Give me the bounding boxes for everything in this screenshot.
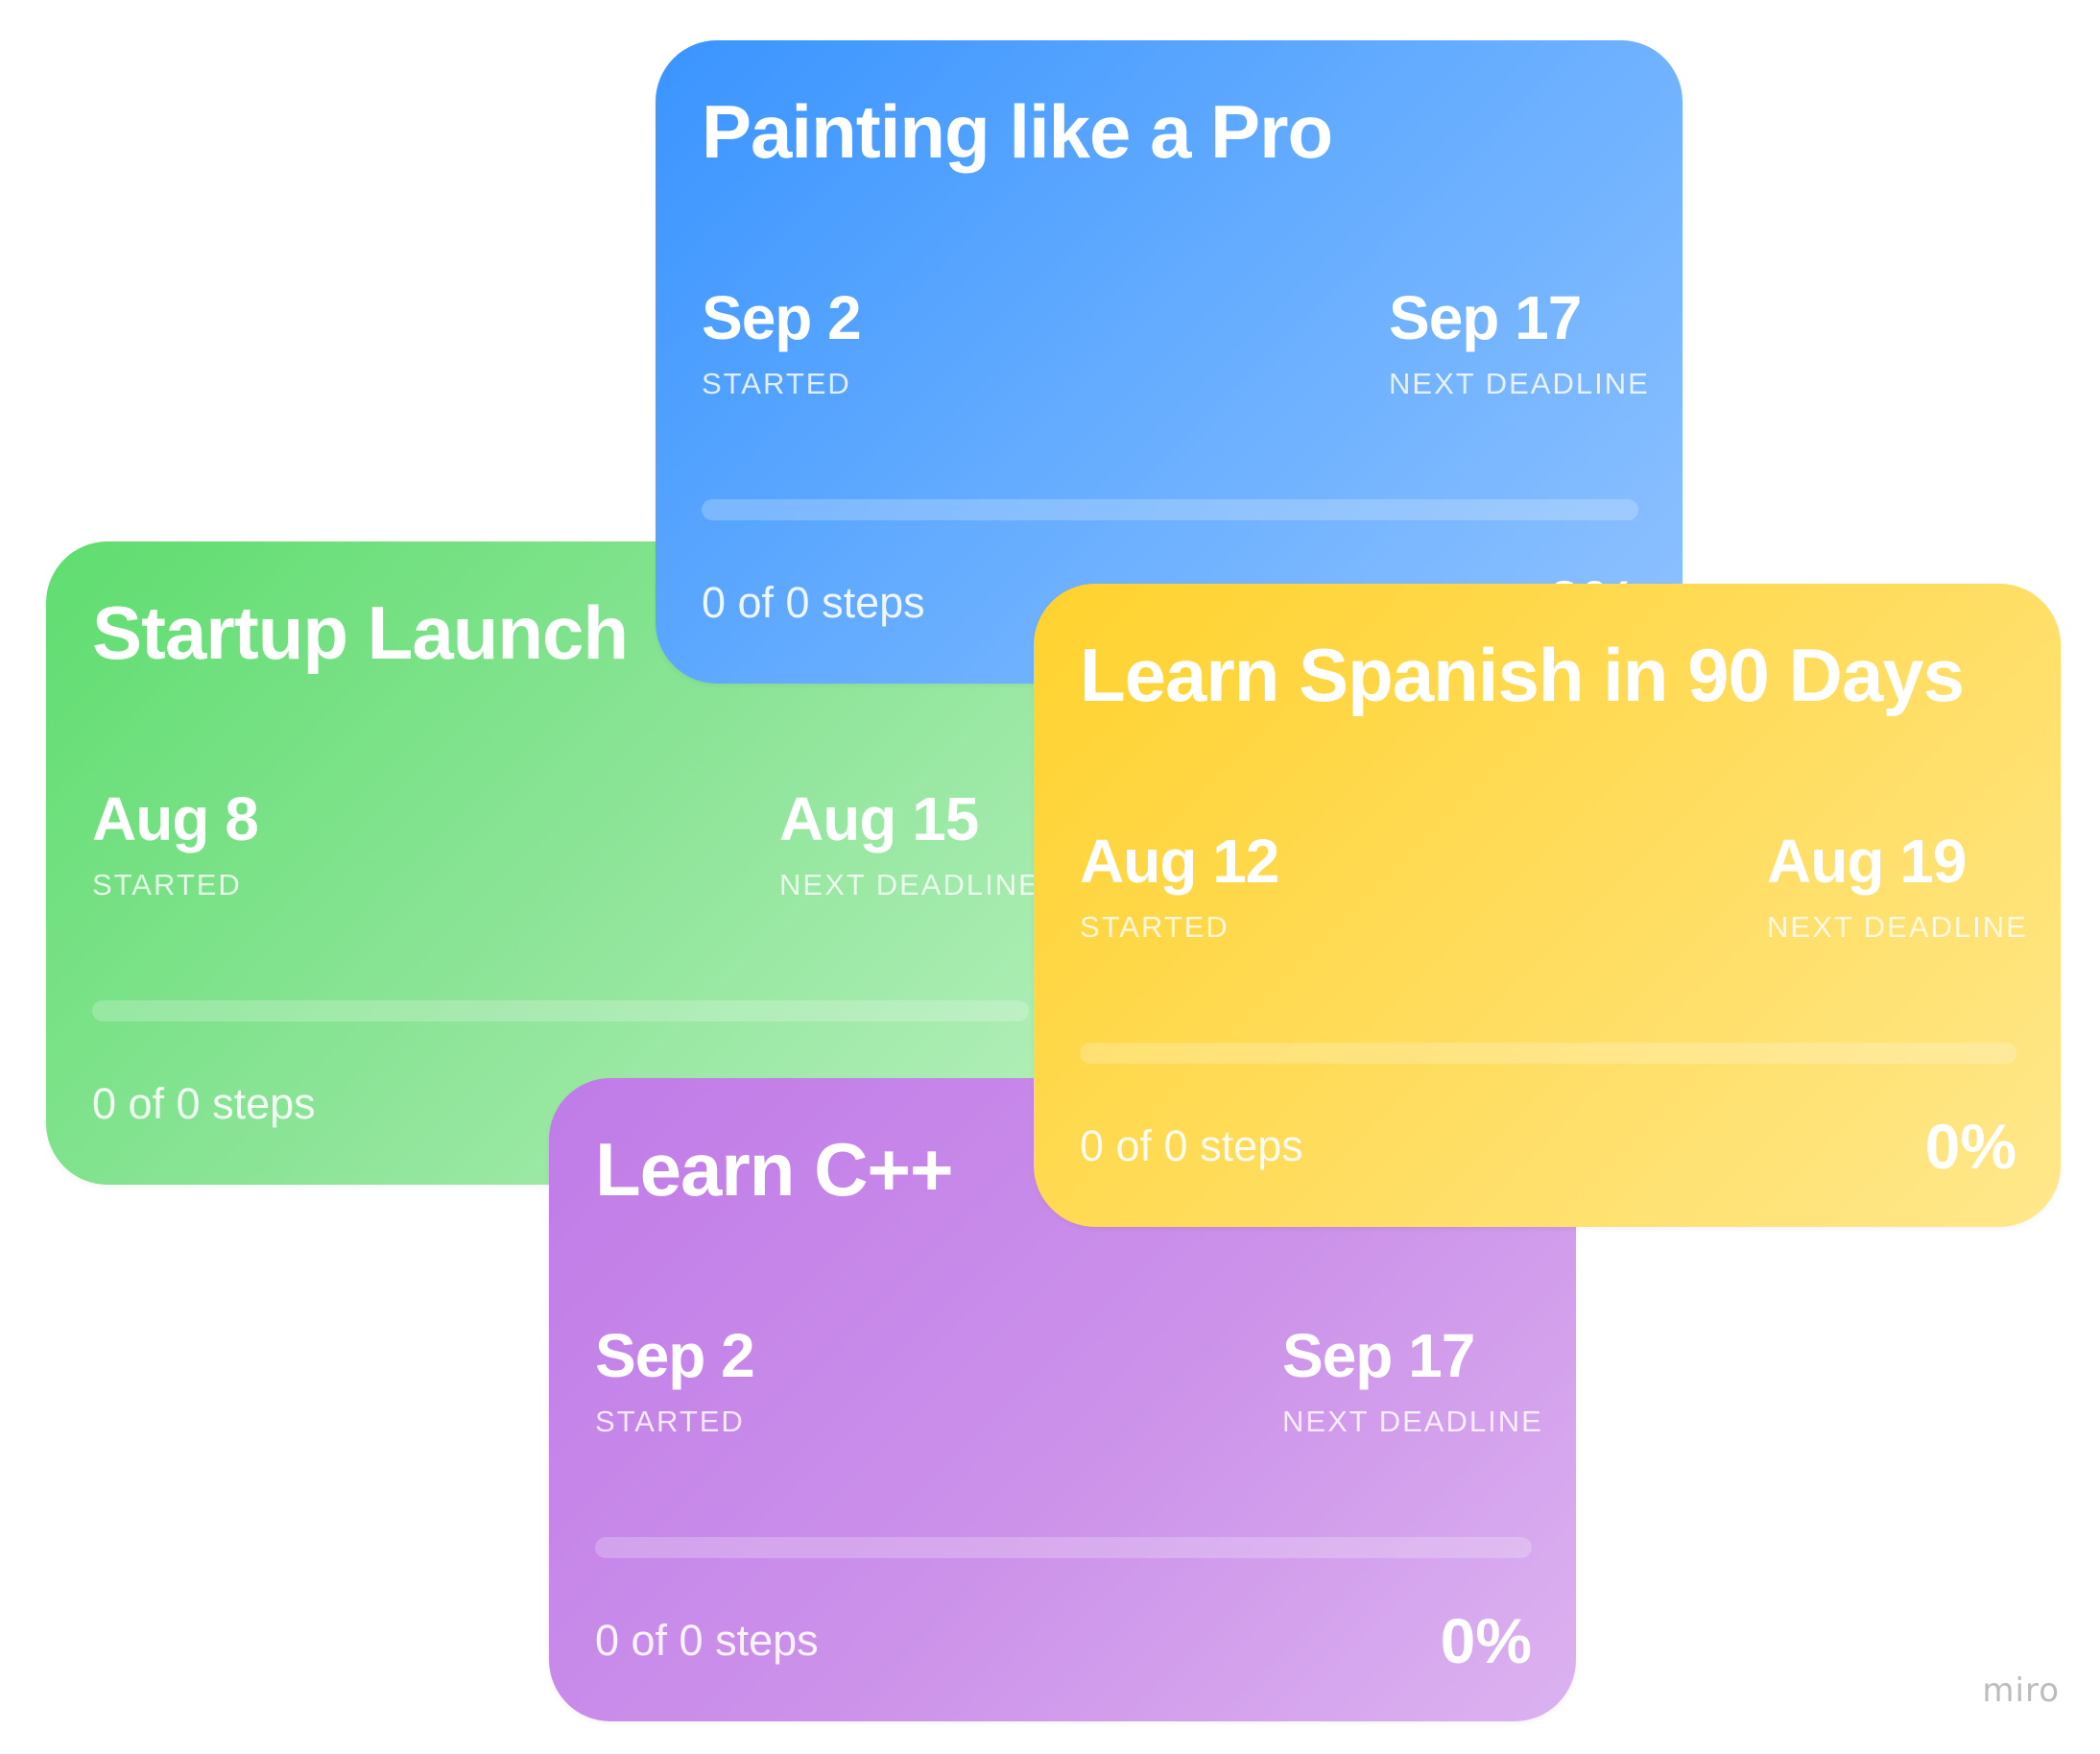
progress-percent: 0% <box>1924 1111 2016 1182</box>
steps-count: 0 of 0 steps <box>1080 1121 1303 1170</box>
start-date-label: STARTED <box>1080 910 1229 944</box>
steps-count: 0 of 0 steps <box>595 1616 819 1665</box>
progress-bar <box>1080 1043 2016 1064</box>
steps-count: 0 of 0 steps <box>702 578 925 627</box>
deadline-date: Sep 17 <box>1282 1321 1475 1390</box>
deadline-date: Sep 17 <box>1389 283 1582 352</box>
start-date: Aug 8 <box>92 784 259 853</box>
project-card-learn-spanish[interactable]: Learn Spanish in 90 Days Aug 12 STARTED … <box>1034 584 2061 1227</box>
deadline-date-label: NEXT DEADLINE <box>1767 910 2028 944</box>
start-date-label: STARTED <box>595 1405 745 1438</box>
start-date: Sep 2 <box>702 283 862 352</box>
progress-bar <box>595 1537 1532 1558</box>
start-date-label: STARTED <box>92 868 242 901</box>
progress-percent: 0% <box>1440 1605 1532 1676</box>
start-date: Sep 2 <box>595 1321 755 1390</box>
start-date-label: STARTED <box>702 367 851 400</box>
deadline-date-label: NEXT DEADLINE <box>1389 367 1650 400</box>
card-title: Startup Launch <box>92 590 629 675</box>
deadline-date-label: NEXT DEADLINE <box>779 868 1040 901</box>
miro-watermark: miro <box>1982 1671 2060 1710</box>
progress-bar <box>702 499 1638 520</box>
start-date: Aug 12 <box>1080 827 1279 896</box>
deadline-date: Aug 15 <box>779 784 979 853</box>
deadline-date-label: NEXT DEADLINE <box>1282 1405 1543 1438</box>
card-title: Painting like a Pro <box>702 89 1333 174</box>
progress-bar <box>92 1000 1029 1021</box>
card-title: Learn Spanish in 90 Days <box>1080 633 1965 717</box>
steps-count: 0 of 0 steps <box>92 1079 316 1128</box>
card-title: Learn C++ <box>595 1127 954 1212</box>
deadline-date: Aug 19 <box>1767 827 1967 896</box>
